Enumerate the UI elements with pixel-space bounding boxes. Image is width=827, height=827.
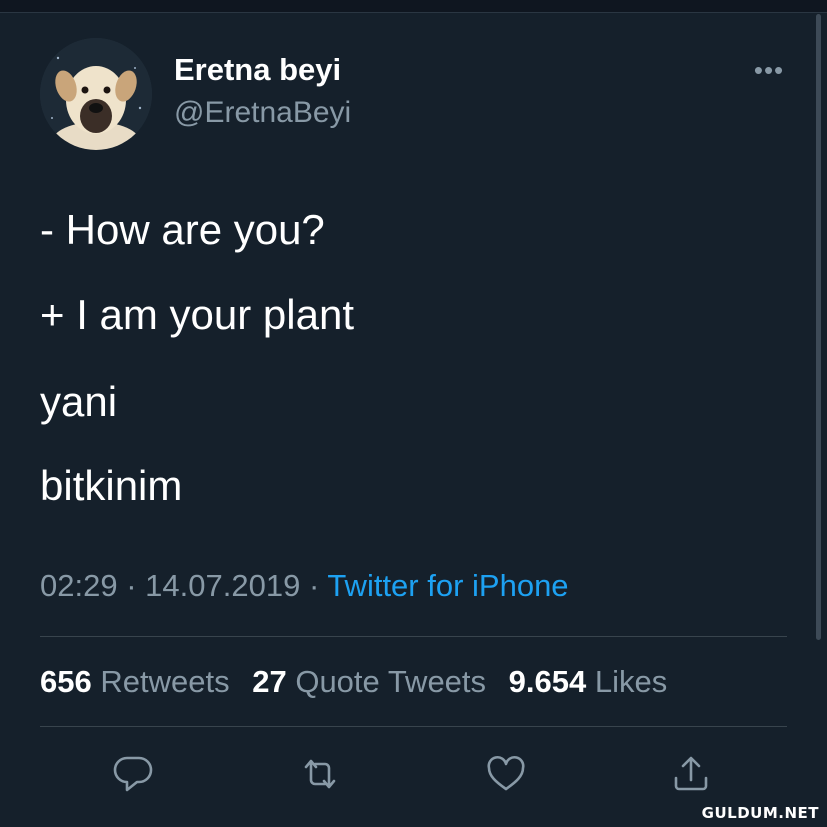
display-name[interactable]: Eretna beyi <box>174 52 341 88</box>
retweet-icon <box>304 759 336 789</box>
more-horizontal-icon[interactable]: ••• <box>752 57 786 83</box>
likes-count: 9.654 <box>508 664 587 699</box>
retweets-stat[interactable]: 656 Retweets <box>40 664 230 699</box>
tweet-text-line: - How are you? <box>40 206 325 253</box>
retweets-label: Retweets <box>100 664 230 699</box>
retweets-count: 656 <box>40 664 92 699</box>
user-handle[interactable]: @EretnaBeyi <box>174 96 351 130</box>
scrollbar[interactable] <box>816 14 821 640</box>
divider <box>40 726 787 727</box>
avatar[interactable] <box>40 38 152 150</box>
reply-button[interactable] <box>105 746 161 802</box>
tweet-detail-view: Eretna beyi @EretnaBeyi ••• - How are yo… <box>0 0 827 827</box>
like-icon <box>487 755 525 791</box>
tweet-text-line: bitkinim <box>40 462 183 509</box>
quotes-stat[interactable]: 27 Quote Tweets <box>252 664 486 699</box>
quotes-label: Quote Tweets <box>295 664 487 699</box>
tweet-source-link[interactable]: Twitter for iPhone <box>327 568 568 603</box>
retweet-button[interactable] <box>292 746 348 802</box>
divider <box>40 636 787 637</box>
engagement-stats: 656 Retweets 27 Quote Tweets 9.654 Likes <box>40 664 667 700</box>
top-edge <box>0 0 827 13</box>
quotes-count: 27 <box>252 664 287 699</box>
likes-stat[interactable]: 9.654 Likes <box>509 664 668 699</box>
tweet-date: 14.07.2019 <box>145 568 301 603</box>
tweet-text-line: yani <box>40 378 118 425</box>
meta-separator: · <box>308 568 320 603</box>
likes-label: Likes <box>594 664 668 699</box>
action-bar <box>0 746 827 802</box>
tweet-time: 02:29 <box>40 568 118 603</box>
dog-avatar-icon <box>40 38 152 150</box>
share-icon <box>674 756 708 791</box>
like-button[interactable] <box>478 746 534 802</box>
tweet-text-line: + I am your plant <box>40 291 354 338</box>
watermark: GULDUM.NET <box>701 804 819 822</box>
meta-separator: · <box>126 568 137 603</box>
tweet-meta: 02:29 · 14.07.2019 · Twitter for iPhone <box>40 568 569 604</box>
share-button[interactable] <box>663 746 719 802</box>
reply-icon <box>113 756 153 792</box>
